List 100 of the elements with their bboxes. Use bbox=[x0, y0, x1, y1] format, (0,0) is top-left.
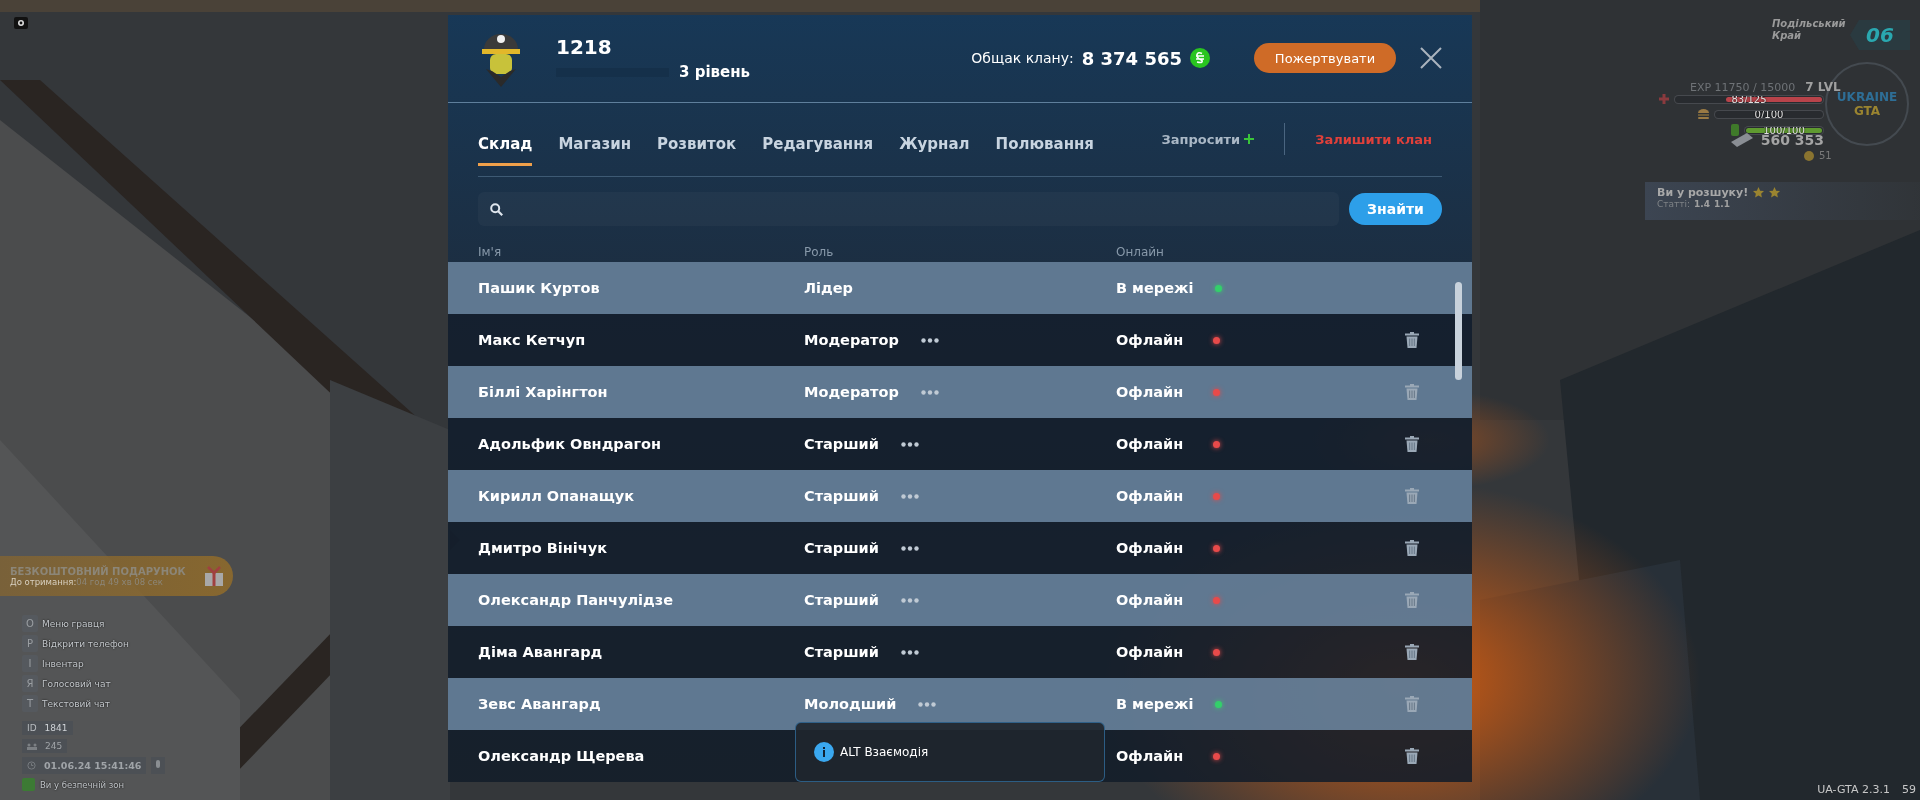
invite-link[interactable]: Запросити bbox=[1161, 131, 1255, 147]
member-role: Старший bbox=[804, 540, 879, 556]
stat-value: 0/100 bbox=[1754, 110, 1784, 118]
donate-button[interactable]: Пожертвувати bbox=[1254, 43, 1396, 74]
tab[interactable]: Полювання bbox=[995, 120, 1094, 166]
star-icon bbox=[1769, 187, 1781, 198]
gift-label: До отримання: bbox=[10, 576, 77, 587]
more-icon[interactable] bbox=[900, 545, 919, 551]
member-status: В мережі bbox=[1116, 696, 1194, 712]
member-status: Офлайн bbox=[1116, 592, 1185, 608]
trash-icon[interactable] bbox=[1405, 540, 1419, 556]
member-name: Олександр Щерева bbox=[478, 748, 646, 764]
trash-icon[interactable] bbox=[1405, 332, 1419, 348]
member-status: Офлайн bbox=[1116, 436, 1185, 452]
players-count: 245 bbox=[45, 741, 63, 751]
article-number: 1.4 bbox=[1694, 199, 1710, 209]
member-name: Пашик Куртов bbox=[478, 280, 601, 296]
member-role: Модератор bbox=[804, 332, 899, 348]
member-name: Дмитро Вінічук bbox=[478, 540, 608, 556]
member-name: Діма Авангард bbox=[478, 644, 604, 660]
level-label: 3 рівень bbox=[679, 63, 751, 82]
member-role: Старший bbox=[804, 592, 879, 608]
member-role: Старший bbox=[804, 488, 879, 504]
gift-timer: 04 год 49 хв 08 сек bbox=[76, 576, 163, 587]
tab[interactable]: Склад bbox=[478, 120, 533, 166]
datetime-text: 01.06.24 15:41:46 bbox=[44, 760, 142, 771]
cash-icon bbox=[1730, 133, 1753, 147]
stat-value: 83/125 bbox=[1731, 95, 1767, 103]
member-status: Офлайн bbox=[1116, 332, 1185, 348]
safe-zone-text: Ви у безпечній зон bbox=[40, 779, 124, 790]
hint-text: Голосовий чат bbox=[42, 678, 111, 689]
star-icon bbox=[1753, 187, 1765, 198]
member-status: Офлайн bbox=[1116, 748, 1185, 764]
clan-id: 1218 bbox=[556, 35, 613, 60]
member-status: В мережі bbox=[1116, 280, 1194, 296]
version-text: UA-GTA 2.3.1 bbox=[1817, 783, 1890, 796]
member-status: Офлайн bbox=[1116, 644, 1185, 660]
hint-text: Текстовий чат bbox=[42, 698, 111, 709]
gift-title: БЕЗКОШТОВНИЙ ПОДАРУНОК bbox=[10, 565, 187, 577]
hryvnia-coin-icon bbox=[1190, 48, 1210, 69]
more-icon[interactable] bbox=[920, 337, 939, 343]
member-status: Офлайн bbox=[1116, 488, 1185, 504]
fps-counter: 59 bbox=[1902, 783, 1916, 796]
treasury-value: 8 374 565 bbox=[1081, 47, 1182, 69]
clock-icon bbox=[27, 761, 36, 770]
id-chip: ID 1841 bbox=[22, 721, 73, 735]
trash-icon[interactable] bbox=[1405, 748, 1419, 764]
stat-value: 100/100 bbox=[1763, 126, 1805, 134]
member-name: Олександр Панчулідзе bbox=[478, 592, 675, 608]
tab[interactable]: Редагування bbox=[762, 120, 874, 166]
tab[interactable]: Магазин bbox=[558, 120, 632, 166]
scrollbar[interactable] bbox=[1455, 282, 1462, 380]
more-icon[interactable] bbox=[900, 649, 919, 655]
key-cap: T bbox=[22, 695, 38, 712]
microphone-icon bbox=[151, 757, 166, 774]
exp-text: EXP 11750 / 15000 bbox=[1690, 81, 1796, 94]
hint-text: Відкрити телефон bbox=[42, 638, 129, 649]
info-icon bbox=[814, 742, 834, 762]
region-name: Подільський Край bbox=[1772, 18, 1847, 42]
articles-label: Статті: bbox=[1657, 199, 1691, 209]
shield-icon bbox=[22, 778, 35, 791]
member-role: Лідер bbox=[804, 280, 853, 296]
gift-icon bbox=[203, 565, 225, 587]
member-name: Макс Кетчуп bbox=[478, 332, 587, 348]
article-number: 1.1 bbox=[1714, 199, 1730, 209]
member-role: Молодший bbox=[804, 696, 897, 712]
trash-icon[interactable] bbox=[1405, 436, 1419, 452]
people-icon bbox=[27, 742, 37, 750]
search-icon bbox=[490, 202, 503, 216]
tooltip-text: ALT Взаємодія bbox=[840, 745, 929, 759]
column-header: Роль bbox=[804, 244, 835, 259]
plus-icon bbox=[1244, 134, 1255, 145]
member-name: Кирилл Опанащук bbox=[478, 488, 636, 504]
region-badge: 06 bbox=[1850, 20, 1910, 50]
column-header: Ім'я bbox=[478, 244, 503, 259]
burger-icon bbox=[1698, 109, 1709, 119]
close-icon[interactable] bbox=[1420, 47, 1442, 70]
member-role: Старший bbox=[804, 644, 879, 660]
member-status: Офлайн bbox=[1116, 540, 1185, 556]
member-name: Адольфик Овндрагон bbox=[478, 436, 663, 452]
battery-icon bbox=[1731, 124, 1739, 136]
camera-icon bbox=[14, 17, 28, 29]
cross-icon bbox=[1659, 94, 1669, 104]
column-header: Онлайн bbox=[1116, 244, 1165, 259]
hint-text: Інвентар bbox=[42, 658, 84, 669]
coin-icon bbox=[1804, 150, 1814, 161]
tab[interactable]: Розвиток bbox=[657, 120, 737, 166]
member-role: Старший bbox=[804, 436, 879, 452]
key-cap: O bbox=[22, 615, 38, 632]
member-status: Офлайн bbox=[1116, 384, 1185, 400]
key-cap: Я bbox=[22, 675, 38, 692]
tab[interactable]: Журнал bbox=[899, 120, 970, 166]
member-name: Біллі Харінгтон bbox=[478, 384, 609, 400]
treasury-label: Общак клану: bbox=[971, 50, 1074, 67]
member-name: Зевс Авангард bbox=[478, 696, 602, 712]
search-field[interactable] bbox=[478, 192, 1339, 227]
more-icon[interactable] bbox=[900, 441, 919, 447]
coins-text: 51 bbox=[1819, 150, 1832, 161]
trash-icon[interactable] bbox=[1405, 644, 1419, 660]
hint-text: Меню гравця bbox=[42, 618, 105, 629]
